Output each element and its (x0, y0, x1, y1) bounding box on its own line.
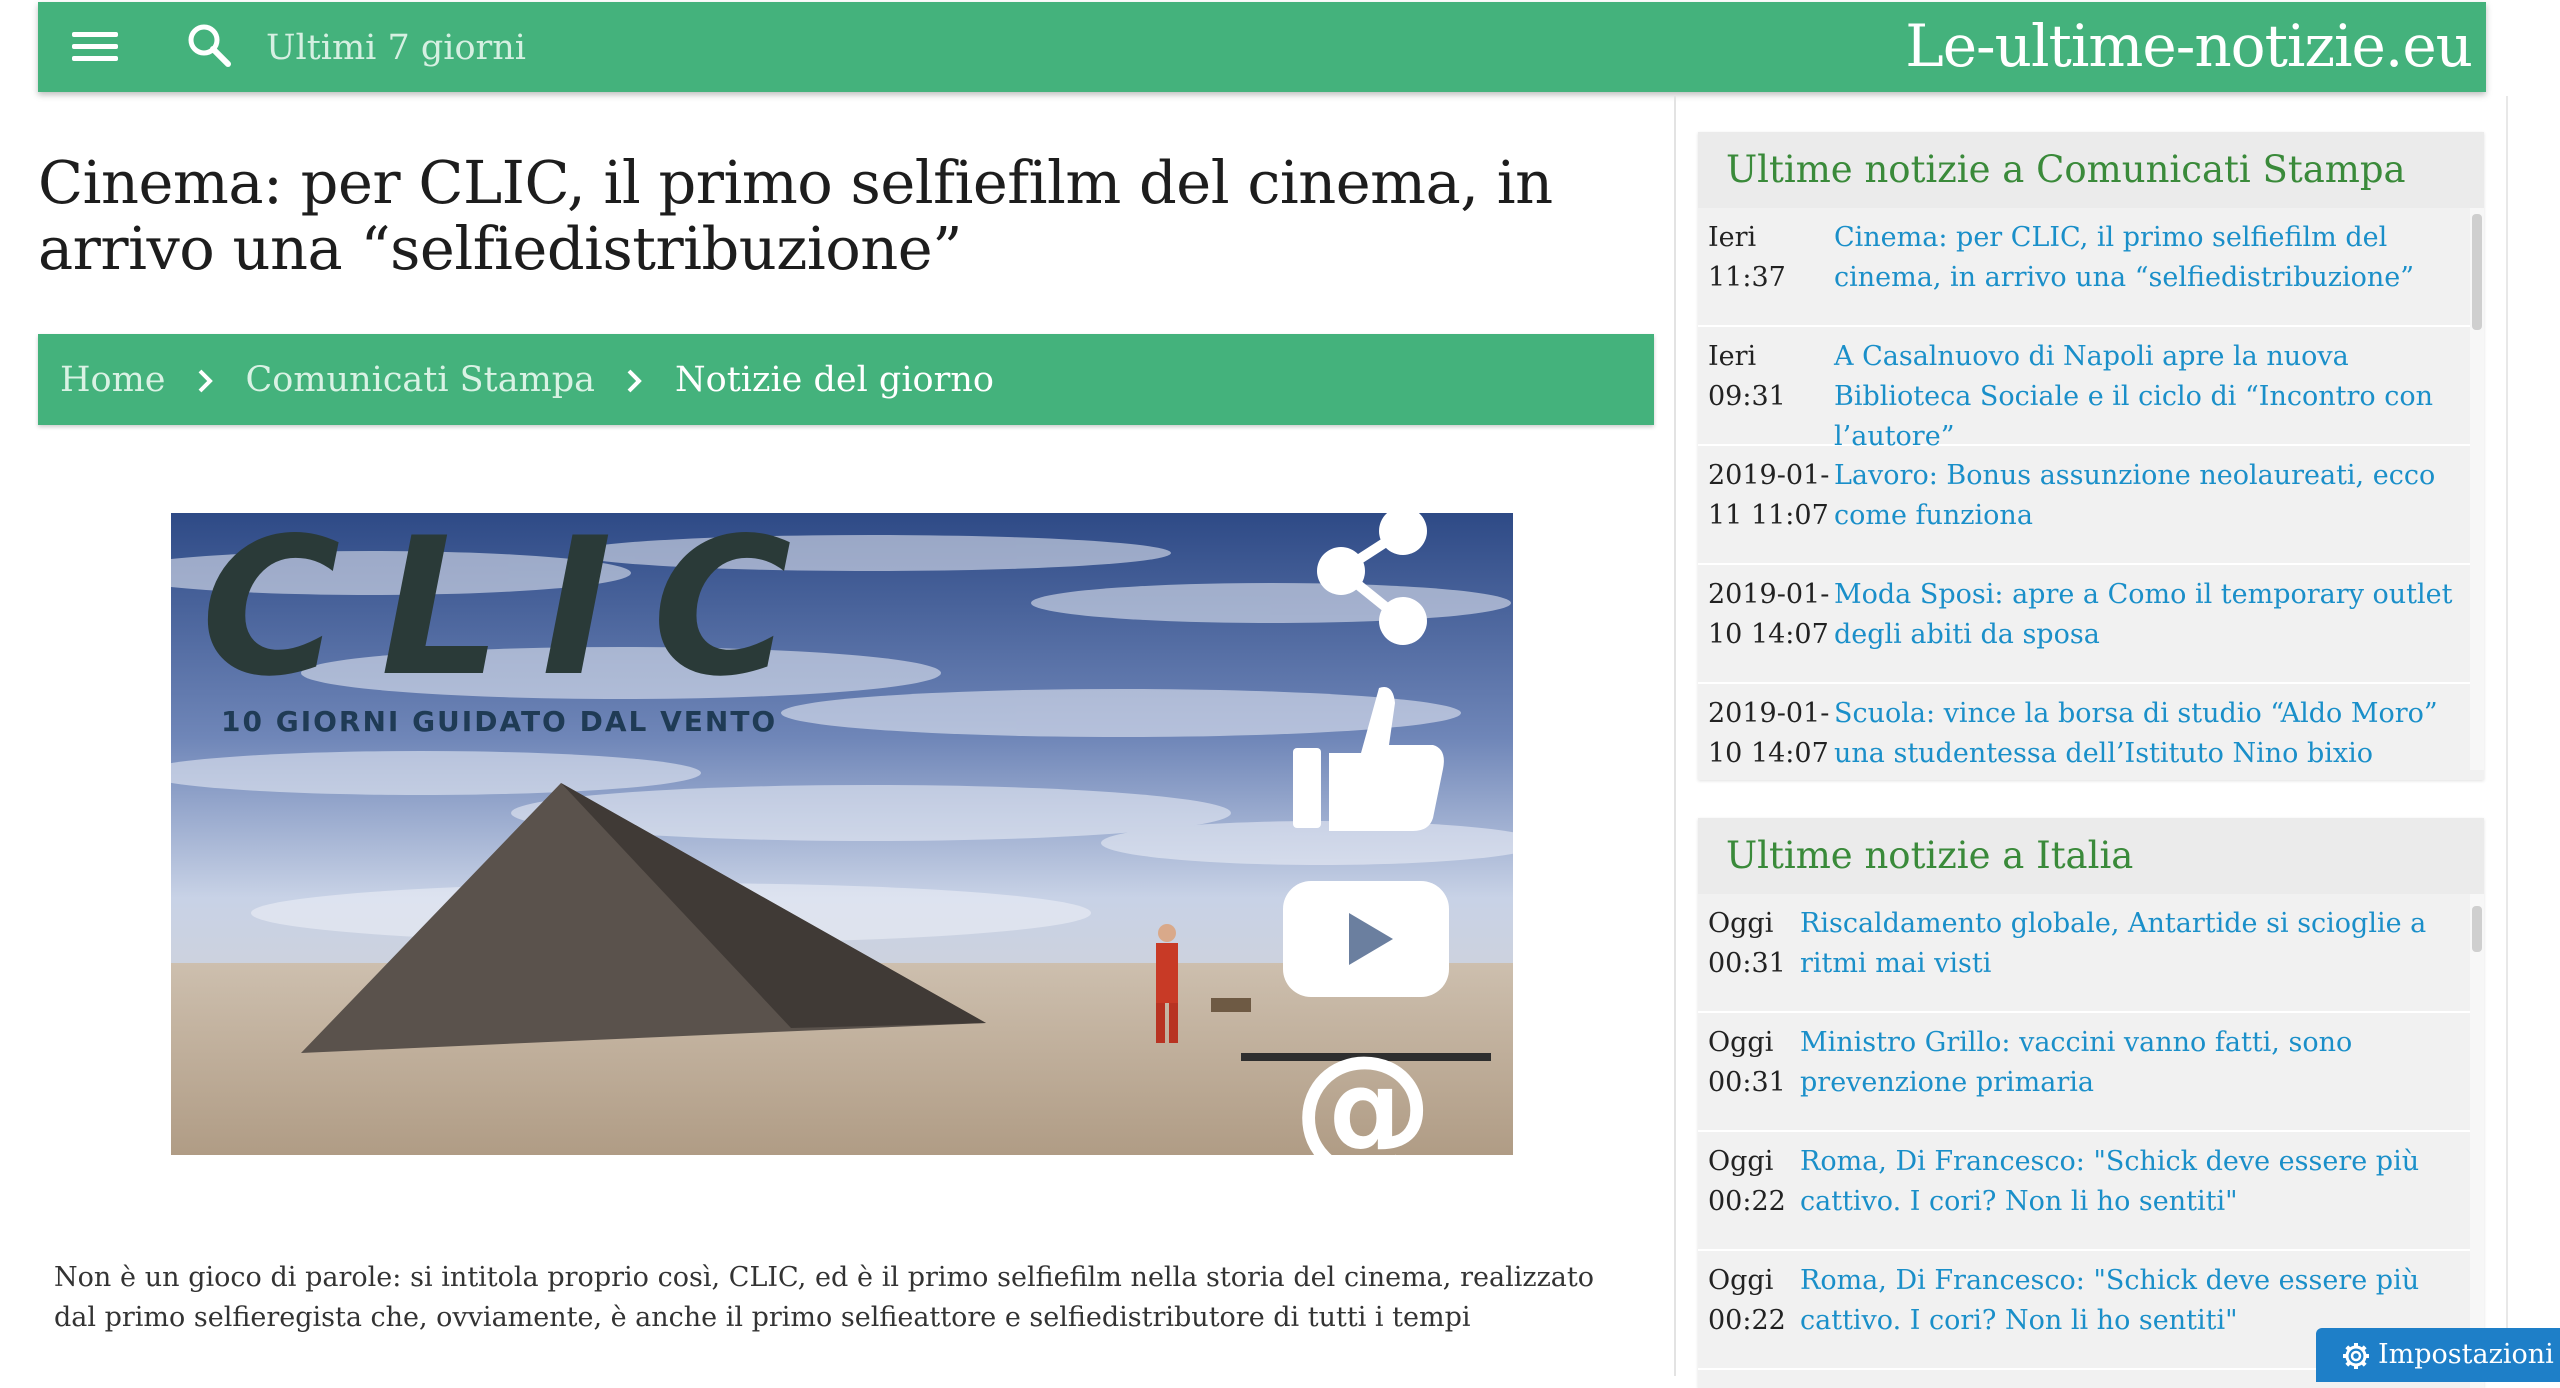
settings-button-label: Impostazioni s (2378, 1339, 2560, 1370)
scrollbar-thumb[interactable] (2472, 906, 2482, 952)
image-tagline: 10 GIORNI GUIDATO DAL VENTO (221, 705, 777, 738)
news-link[interactable]: Roma, Di Francesco: "Schick deve essere … (1800, 1142, 2470, 1241)
news-list: Ieri 11:37 Cinema: per CLIC, il primo sel… (1698, 208, 2484, 770)
news-time: Ieri 11:37 (1708, 222, 1786, 293)
scrollbar-thumb[interactable] (2472, 214, 2482, 330)
breadcrumb-home[interactable]: Home (60, 360, 166, 400)
widget-title: Ultime notizie a Italia (1698, 818, 2484, 894)
news-time: Oggi 00:31 (1708, 1027, 1786, 1098)
sidebar-divider (1674, 96, 1676, 1376)
breadcrumb-comunicati-stampa[interactable]: Comunicati Stampa (246, 360, 596, 400)
widget-comunicati-stampa: Ultime notizie a Comunicati Stampa Ieri 1… (1698, 132, 2484, 780)
news-time: Ieri 09:31 (1708, 341, 1786, 412)
sidebar-right-edge (2506, 96, 2508, 1376)
top-bar: Le-ultime-notizie.eu (38, 2, 2486, 92)
news-time: 2019-01- 10 14:07 (1708, 698, 1830, 769)
news-link[interactable]: Cinema: per CLIC, il primo selfiefilm de… (1834, 218, 2472, 317)
site-title-link[interactable]: Le-ultime-notizie.eu (1905, 12, 2473, 80)
news-time: Oggi 00:22 (1708, 1265, 1786, 1336)
list-item[interactable]: 2019-01- 10 14:07 Scuola: vince la borsa … (1698, 684, 2484, 770)
news-time: Oggi 00:22 (1708, 1146, 1786, 1217)
news-link[interactable]: Ministro Grillo: vaccini vanno fatti, so… (1800, 1023, 2470, 1122)
chevron-right-icon (178, 365, 234, 395)
clic-logo: CLIC (201, 513, 832, 718)
article-body-text: Non è un gioco di parole: si intitola pr… (54, 1262, 1594, 1333)
scrollbar[interactable] (2470, 894, 2484, 1388)
list-item[interactable]: 2019-01- 11 11:07 Lavoro: Bonus assunzion… (1698, 446, 2484, 565)
list-item[interactable]: Oggi 00:31 Ministro Grillo: vaccini vanno… (1698, 1013, 2484, 1132)
list-item[interactable]: Oggi 00:31 Riscaldamento globale, Antarti… (1698, 894, 2484, 1013)
news-time: 2019-01- 11 11:07 (1708, 460, 1830, 531)
list-item[interactable]: Oggi 00:22 Roma, Di Francesco: "Schick de… (1698, 1132, 2484, 1251)
scrollbar[interactable] (2470, 208, 2484, 770)
news-time: 2019-01- 10 14:07 (1708, 579, 1830, 650)
search-icon[interactable] (186, 22, 232, 68)
news-link[interactable]: Moda Sposi: apre a Como il temporary out… (1834, 575, 2472, 674)
hamburger-menu-icon[interactable] (72, 26, 120, 66)
news-link[interactable]: A Casalnuovo di Napoli apre la nuova Bib… (1834, 337, 2472, 452)
gear-icon (2343, 1343, 2369, 1369)
youtube-icon (1283, 881, 1449, 997)
list-item[interactable]: Ieri 11:37 Cinema: per CLIC, il primo sel… (1698, 208, 2484, 327)
news-link[interactable]: Riscaldamento globale, Antartide si scio… (1800, 904, 2470, 1003)
list-item[interactable]: 2019-01- 10 14:07 Moda Sposi: apre a Como… (1698, 565, 2484, 684)
search-input[interactable] (264, 20, 968, 76)
breadcrumb-notizie-del-giorno[interactable]: Notizie del giorno (675, 360, 994, 400)
news-list: Oggi 00:31 Riscaldamento globale, Antarti… (1698, 894, 2484, 1388)
news-link[interactable]: Lavoro: Bonus assunzione neolaureati, ec… (1834, 456, 2472, 555)
article-image[interactable]: CLIC 10 GIORNI GUIDATO DAL VENTO @ (171, 513, 1513, 1155)
news-time: Oggi 00:31 (1708, 908, 1786, 979)
article-title: Cinema: per CLIC, il primo selfiefilm de… (38, 148, 1553, 283)
widget-italia: Ultime notizie a Italia Oggi 00:31 Riscal… (1698, 818, 2484, 1388)
widget-title: Ultime notizie a Comunicati Stampa (1698, 132, 2484, 208)
settings-button[interactable]: Impostazioni s (2316, 1328, 2560, 1382)
chevron-right-icon (607, 365, 663, 395)
svg-text:@: @ (1293, 1026, 1433, 1155)
news-link[interactable]: Scuola: vince la borsa di studio “Aldo M… (1834, 694, 2472, 770)
list-item[interactable]: Ieri 09:31 A Casalnuovo di Napoli apre la… (1698, 327, 2484, 452)
breadcrumb: Home Comunicati Stampa Notizie del giorn… (38, 334, 1654, 425)
